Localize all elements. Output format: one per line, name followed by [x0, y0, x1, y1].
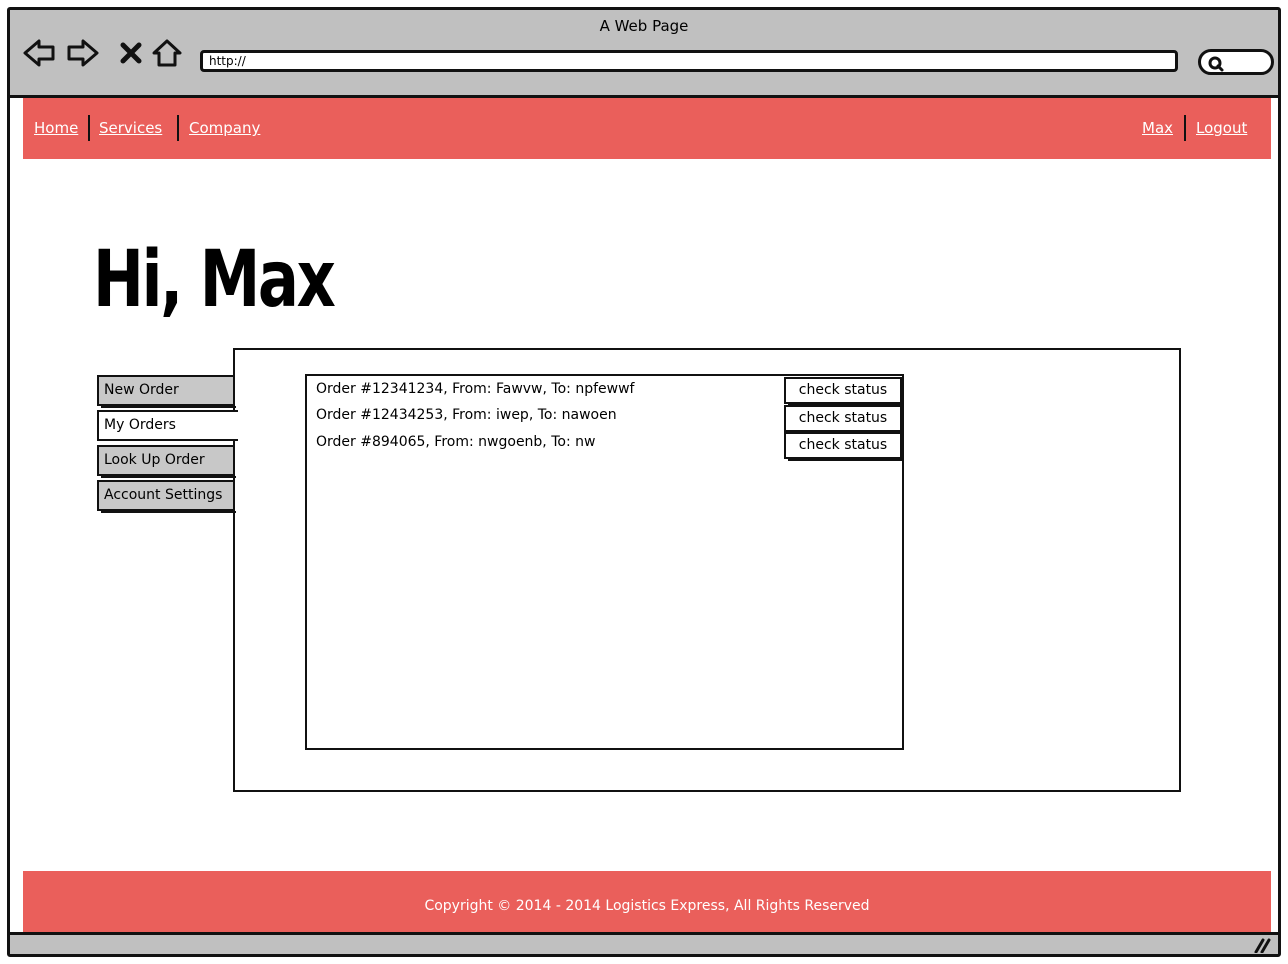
nav-divider — [177, 115, 179, 141]
back-arrow-icon[interactable] — [22, 36, 56, 70]
search-icon — [1208, 56, 1224, 72]
stop-x-icon[interactable] — [114, 36, 148, 70]
check-status-button[interactable]: check status — [784, 432, 904, 461]
forward-arrow-icon[interactable] — [66, 36, 100, 70]
tab-account-settings[interactable]: Account Settings — [97, 480, 236, 513]
tab-my-orders[interactable]: My Orders — [97, 410, 238, 441]
nav-divider — [1184, 115, 1186, 141]
browser-window: A Web Page http:// Home Services Company… — [7, 7, 1281, 957]
copyright-text: Copyright © 2014 - 2014 Logistics Expres… — [424, 898, 870, 914]
site-footer: Copyright © 2014 - 2014 Logistics Expres… — [23, 871, 1271, 932]
order-item: Order #12434253, From: iwep, To: nawoen — [316, 407, 617, 423]
site-header: Home Services Company Max Logout — [23, 98, 1271, 159]
order-item: Order #12341234, From: Fawvw, To: npfeww… — [316, 381, 635, 397]
browser-search-button[interactable] — [1198, 49, 1274, 75]
check-status-button[interactable]: check status — [784, 405, 904, 434]
nav-link-services[interactable]: Services — [99, 119, 162, 137]
browser-titlebar: A Web Page http:// — [10, 10, 1278, 98]
page-greeting: Hi, Max — [93, 235, 336, 325]
tab-new-order[interactable]: New Order — [97, 375, 236, 408]
nav-divider — [88, 115, 90, 141]
tab-look-up-order[interactable]: Look Up Order — [97, 445, 236, 478]
resize-grip-icon[interactable] — [1252, 937, 1272, 953]
order-item: Order #894065, From: nwgoenb, To: nw — [316, 434, 596, 450]
browser-statusbar — [10, 932, 1278, 954]
nav-link-company[interactable]: Company — [189, 119, 260, 137]
nav-link-logout[interactable]: Logout — [1196, 119, 1247, 137]
orders-list: Order #12341234, From: Fawvw, To: npfeww… — [305, 374, 904, 750]
home-icon[interactable] — [150, 36, 184, 70]
nav-link-home[interactable]: Home — [34, 119, 78, 137]
url-input[interactable]: http:// — [200, 50, 1178, 72]
window-title: A Web Page — [599, 17, 689, 35]
nav-link-user-max[interactable]: Max — [1142, 119, 1173, 137]
check-status-button[interactable]: check status — [784, 377, 904, 406]
